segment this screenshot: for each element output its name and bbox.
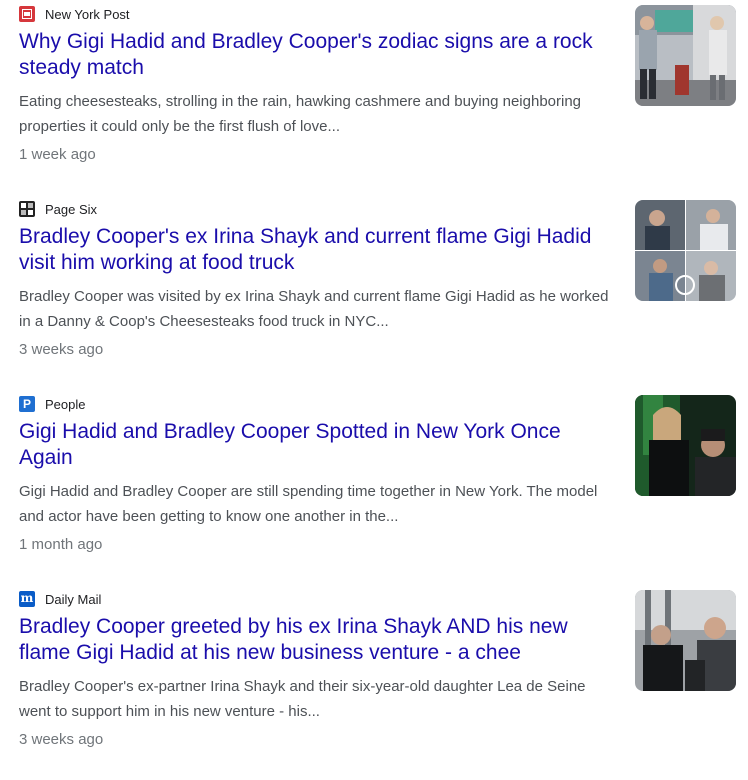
source-row: New York Post <box>19 5 130 23</box>
daily-mail-icon: m <box>19 591 35 607</box>
news-card[interactable]: m Daily Mail Bradley Cooper greeted by h… <box>0 585 748 780</box>
thumbnail-image[interactable] <box>635 590 736 691</box>
people-icon: P <box>19 396 35 412</box>
source-name: People <box>45 396 86 412</box>
snippet: Bradley Cooper was visited by ex Irina S… <box>19 288 609 330</box>
timestamp: 1 month ago <box>19 536 103 553</box>
source-name: Daily Mail <box>45 591 102 607</box>
headline-link[interactable]: Why Gigi Hadid and Bradley Cooper's zodi… <box>19 29 609 81</box>
news-card[interactable]: P People Gigi Hadid and Bradley Cooper S… <box>0 390 748 585</box>
thumbnail-image[interactable] <box>635 395 736 496</box>
snippet: Bradley Cooper's ex-partner Irina Shayk … <box>19 678 586 720</box>
page-six-icon <box>19 201 35 217</box>
timestamp: 1 week ago <box>19 146 96 163</box>
source-name: New York Post <box>45 6 130 22</box>
new-york-post-icon <box>19 6 35 22</box>
source-row: Page Six <box>19 200 97 218</box>
snippet: Eating cheesesteaks, strolling in the ra… <box>19 93 582 135</box>
thumbnail-image[interactable] <box>635 200 736 301</box>
timestamp: 3 weeks ago <box>19 341 104 358</box>
timestamp: 3 weeks ago <box>19 731 104 748</box>
headline-link[interactable]: Bradley Cooper's ex Irina Shayk and curr… <box>19 224 609 276</box>
snippet: Gigi Hadid and Bradley Cooper are still … <box>19 483 598 525</box>
source-name: Page Six <box>45 201 98 217</box>
thumbnail-image[interactable] <box>635 5 736 106</box>
headline-link[interactable]: Gigi Hadid and Bradley Cooper Spotted in… <box>19 419 609 471</box>
source-row: P People <box>19 395 85 413</box>
news-card[interactable]: New York Post Why Gigi Hadid and Bradley… <box>0 0 748 195</box>
source-row: m Daily Mail <box>19 590 101 608</box>
news-card[interactable]: Page Six Bradley Cooper's ex Irina Shayk… <box>0 195 748 390</box>
headline-link[interactable]: Bradley Cooper greeted by his ex Irina S… <box>19 614 609 666</box>
